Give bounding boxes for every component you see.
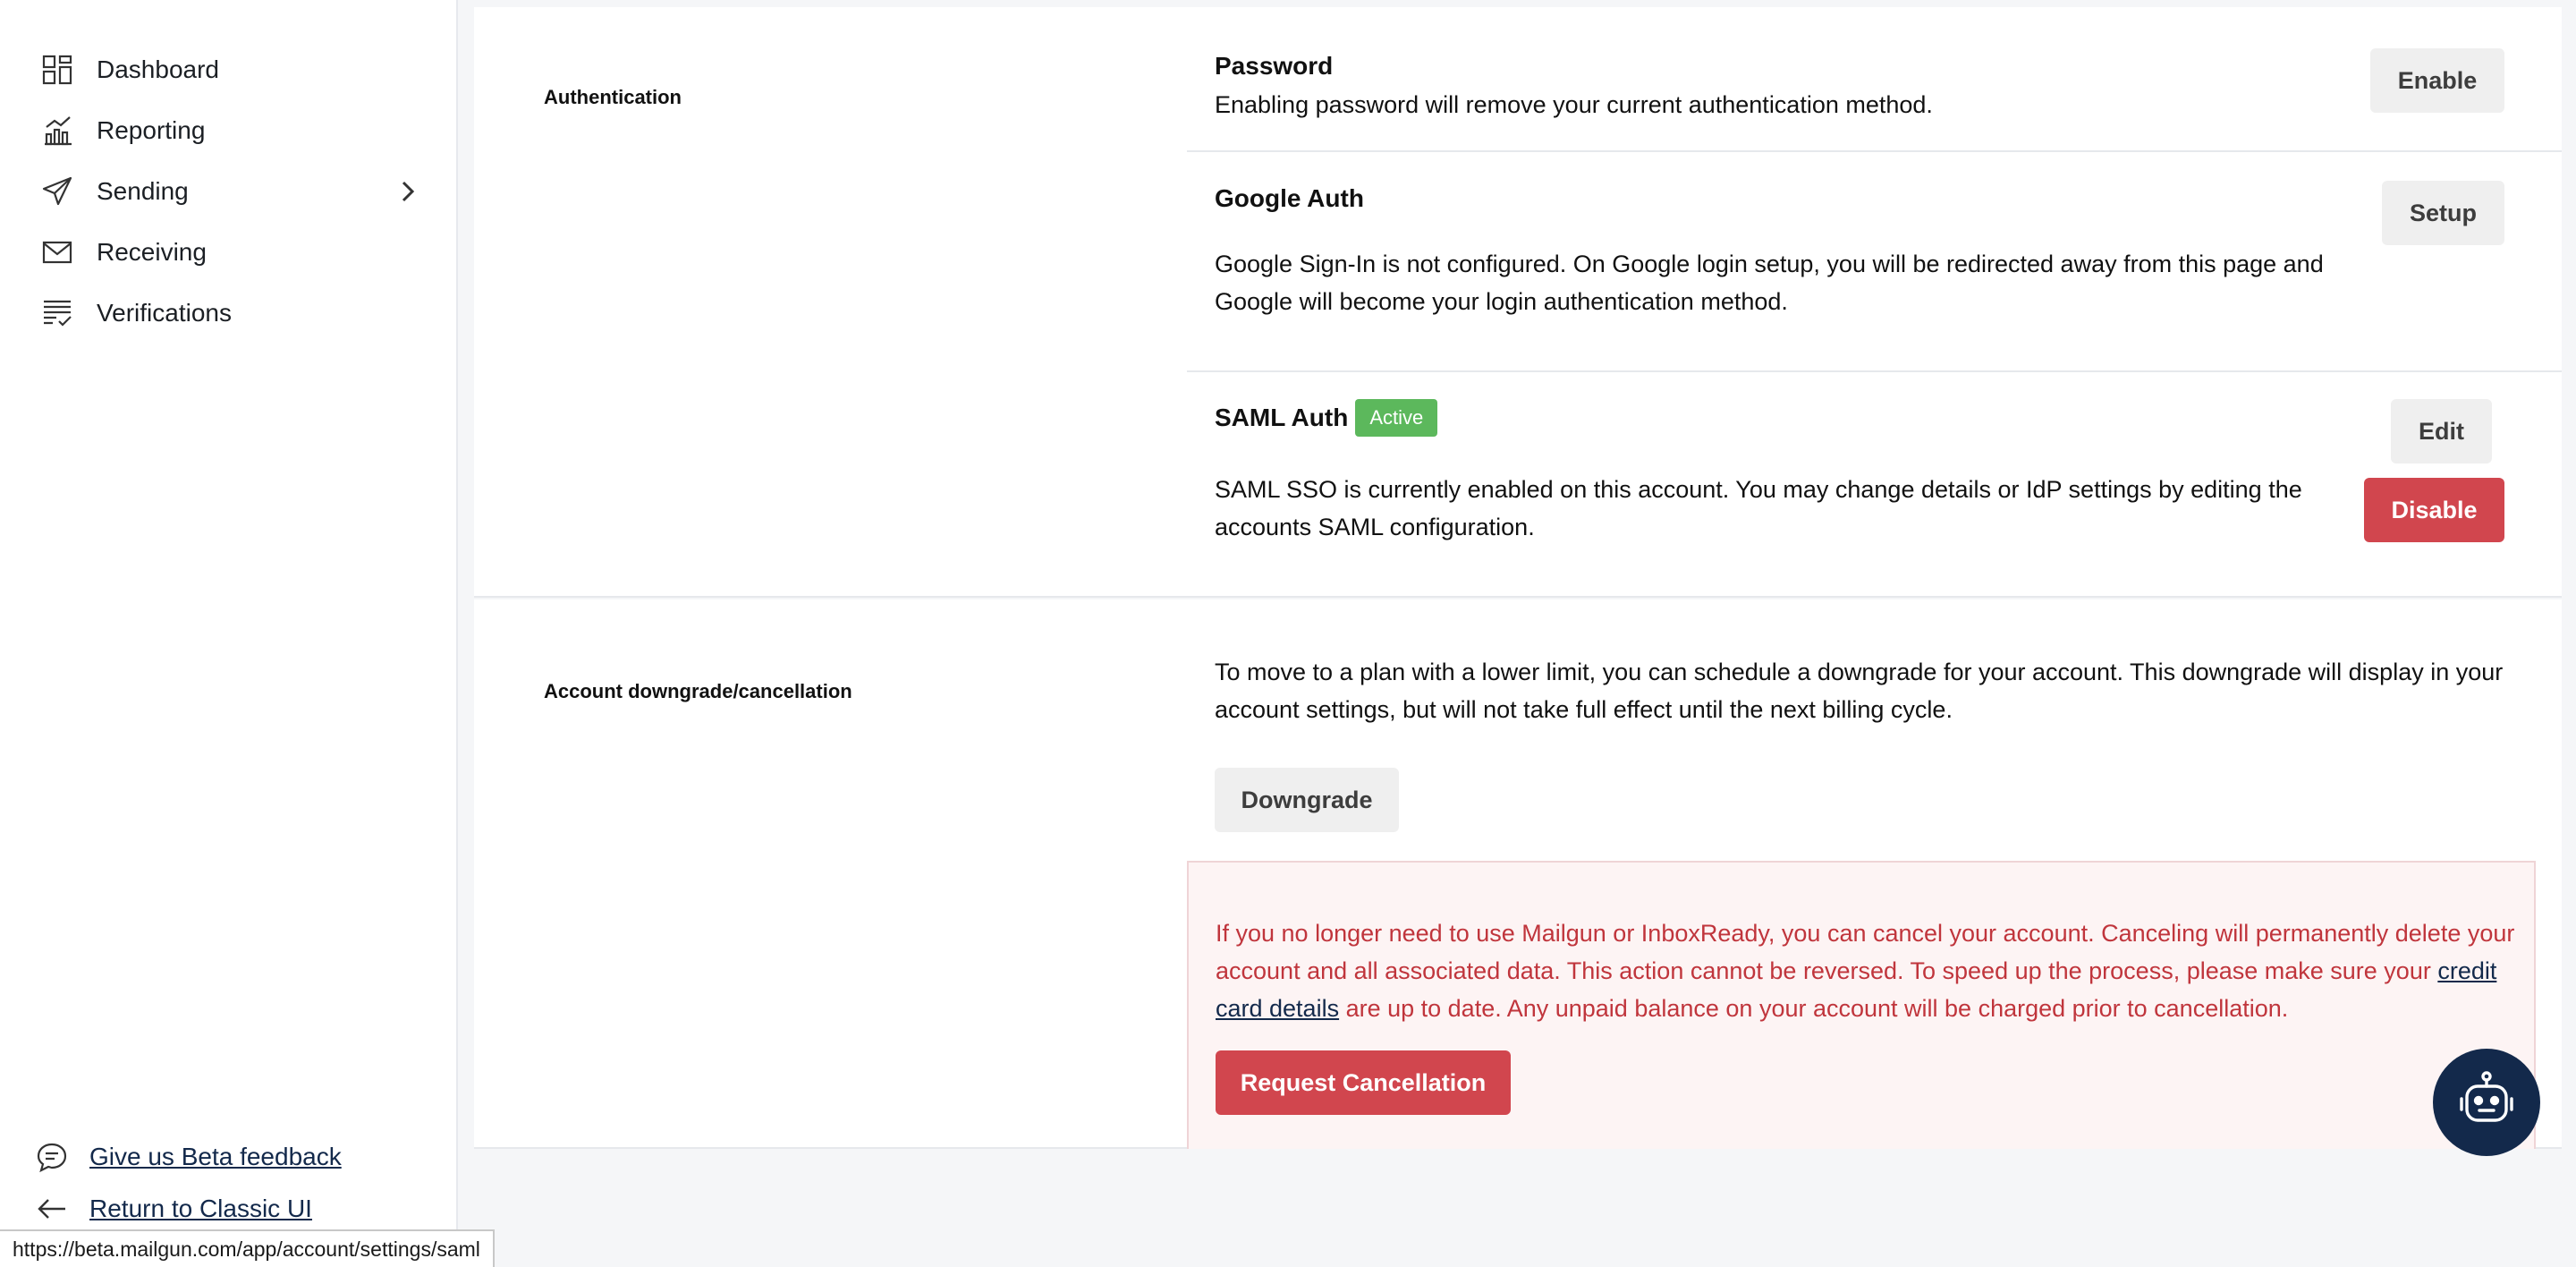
enable-password-button[interactable]: Enable	[2370, 48, 2504, 113]
dashboard-icon	[39, 52, 75, 88]
cancellation-box: If you no longer need to use Mailgun or …	[1187, 861, 2536, 1149]
request-cancellation-button[interactable]: Request Cancellation	[1216, 1050, 1511, 1115]
sidebar-item-label: Dashboard	[97, 55, 219, 83]
disable-saml-button[interactable]: Disable	[2364, 478, 2504, 542]
sidebar-item-sending[interactable]: Sending	[0, 161, 458, 222]
saml-auth-title: SAML Auth	[1215, 404, 1349, 431]
saml-auth-title-row: SAML Auth Active	[1215, 399, 1438, 437]
downgrade-section-label: Account downgrade/cancellation	[544, 680, 852, 702]
authentication-section-label: Authentication	[544, 86, 682, 108]
cancellation-text-before: If you no longer need to use Mailgun or …	[1216, 920, 2515, 984]
authentication-panel: Authentication Password Enabling passwor…	[474, 7, 2562, 598]
sidebar: Dashboard Reporting Sending Receiving Ve…	[0, 0, 458, 1267]
downgrade-button[interactable]: Downgrade	[1215, 768, 1399, 832]
edit-saml-button[interactable]: Edit	[2391, 399, 2492, 463]
google-auth-row: Google Auth Google Sign-In is not config…	[1187, 150, 2562, 372]
chatbot-launcher-button[interactable]	[2433, 1049, 2540, 1156]
sidebar-item-receiving[interactable]: Receiving	[0, 222, 458, 283]
send-icon	[39, 174, 75, 209]
downgrade-box: To move to a plan with a lower limit, yo…	[1187, 614, 2536, 861]
sidebar-item-label: Verifications	[97, 299, 232, 327]
beta-feedback-link[interactable]: Give us Beta feedback	[34, 1131, 342, 1183]
sidebar-nav: Dashboard Reporting Sending Receiving Ve…	[0, 39, 458, 344]
status-badge: Active	[1355, 399, 1438, 437]
sidebar-item-dashboard[interactable]: Dashboard	[0, 39, 458, 100]
chat-feedback-icon	[34, 1139, 70, 1175]
saml-auth-row: SAML Auth Active SAML SSO is currently e…	[1187, 370, 2562, 598]
beta-feedback-label: Give us Beta feedback	[89, 1143, 342, 1170]
sidebar-item-verifications[interactable]: Verifications	[0, 283, 458, 344]
cancellation-text: If you no longer need to use Mailgun or …	[1216, 914, 2521, 1027]
downgrade-description: To move to a plan with a lower limit, yo…	[1215, 659, 2504, 723]
saml-auth-description: SAML SSO is currently enabled on this ac…	[1215, 476, 2302, 540]
return-classic-link[interactable]: Return to Classic UI	[34, 1183, 342, 1235]
chevron-right-icon[interactable]	[395, 179, 420, 204]
mail-icon	[39, 234, 75, 270]
return-classic-label: Return to Classic UI	[89, 1195, 312, 1222]
cancellation-text-after: are up to date. Any unpaid balance on yo…	[1339, 995, 2289, 1022]
password-title: Password	[1215, 52, 1334, 80]
sidebar-item-label: Reporting	[97, 116, 206, 144]
sidebar-item-reporting[interactable]: Reporting	[0, 100, 458, 161]
google-auth-description: Google Sign-In is not configured. On Goo…	[1215, 251, 2324, 315]
setup-google-button[interactable]: Setup	[2382, 181, 2504, 245]
chart-icon	[39, 113, 75, 149]
google-auth-title: Google Auth	[1215, 184, 1364, 212]
password-auth-row: Password Enabling password will remove y…	[1187, 7, 2562, 152]
downgrade-cancellation-panel: Account downgrade/cancellation To move t…	[474, 599, 2562, 1149]
status-bar-url: https://beta.mailgun.com/app/account/set…	[0, 1229, 495, 1267]
sidebar-footer: Give us Beta feedback Return to Classic …	[34, 1131, 342, 1235]
main-content: Authentication Password Enabling passwor…	[474, 0, 2562, 1267]
robot-icon	[2454, 1068, 2519, 1137]
sidebar-item-label: Sending	[97, 177, 189, 205]
sidebar-item-label: Receiving	[97, 238, 207, 266]
arrow-left-icon	[34, 1191, 70, 1227]
password-description: Enabling password will remove your curre…	[1215, 91, 1933, 118]
checklist-icon	[39, 295, 75, 331]
